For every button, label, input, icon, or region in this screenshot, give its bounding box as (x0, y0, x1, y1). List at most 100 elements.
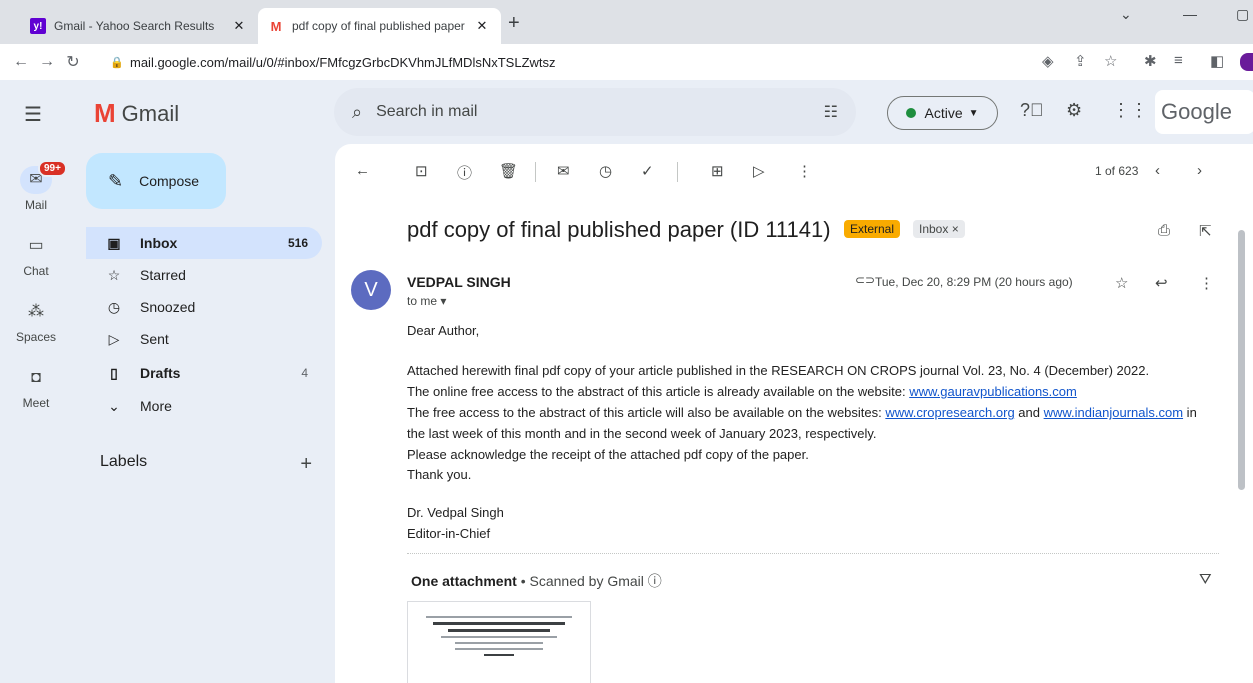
nav-label: More (140, 398, 172, 414)
thumb-line (447, 629, 551, 632)
close-tab-icon[interactable]: ✕ (230, 18, 248, 34)
main-menu-icon[interactable]: ☰ (24, 102, 42, 127)
draft-icon: ▯ (110, 364, 118, 381)
extension-icon[interactable]: ◈ (1042, 52, 1054, 70)
restore-icon[interactable]: ▢ (1236, 6, 1249, 23)
lock-icon: 🔒 (110, 57, 124, 69)
rail-item-mail[interactable]: ✉ 99+ Mail (0, 160, 72, 212)
newer-icon[interactable]: ‹ (1155, 162, 1160, 179)
gmail-logo[interactable]: M Gmail (94, 98, 179, 129)
reply-icon[interactable]: ↩ (1155, 274, 1168, 292)
search-input[interactable]: Search in mail (376, 103, 824, 121)
share-icon[interactable]: ⇪ (1074, 52, 1087, 70)
rail-item-spaces[interactable]: ⁂ Spaces (0, 298, 72, 344)
tab-search-icon[interactable]: ⌄ (1120, 6, 1132, 23)
settings-gear-icon[interactable]: ⚙ (1066, 100, 1082, 121)
rail-item-chat[interactable]: ▭ Chat (0, 232, 72, 278)
recipient-dropdown[interactable]: to me ▾ (407, 294, 446, 308)
message-date: Tue, Dec 20, 8:29 PM (20 hours ago) (875, 275, 1073, 289)
older-icon[interactable]: › (1197, 162, 1202, 179)
tab-title: pdf copy of final published paper (292, 19, 465, 33)
search-options-icon[interactable]: ☷ (824, 102, 838, 122)
indianjournals-link[interactable]: www.indianjournals.com (1044, 405, 1183, 420)
reload-icon[interactable]: ↻ (60, 52, 86, 72)
move-to-icon[interactable]: ⊞ (711, 162, 724, 180)
compose-button[interactable]: ✎ Compose (86, 153, 226, 209)
attachment-thumbnail[interactable] (407, 601, 591, 683)
open-new-window-icon[interactable]: ⇱ (1199, 222, 1212, 240)
search-icon[interactable]: ⌕ (352, 102, 362, 123)
address-bar[interactable]: 🔒 mail.google.com/mail/u/0/#inbox/FMfcgz… (110, 48, 1110, 76)
nav-item-starred[interactable]: ☆ Starred (86, 259, 322, 291)
url-text: mail.google.com/mail/u/0/#inbox/FMfcgzGr… (130, 54, 556, 70)
more-options-icon[interactable]: ⋮ (797, 162, 812, 180)
gmail-icon: M (270, 18, 282, 34)
thumb-line (455, 648, 543, 650)
rail-item-meet[interactable]: ◘ Meet (0, 364, 72, 410)
unread-badge: 99+ (38, 160, 67, 177)
browser-tab-gmail[interactable]: M pdf copy of final published paper ✕ (258, 8, 501, 44)
rail-label: Chat (23, 264, 49, 278)
back-icon[interactable]: ← (8, 53, 34, 71)
profile-avatar[interactable] (1240, 53, 1253, 71)
tab-title: Gmail - Yahoo Search Results (54, 19, 215, 33)
report-spam-icon[interactable]: ⓘ (457, 162, 472, 183)
status-dropdown[interactable]: Active ▼ (887, 96, 998, 130)
help-icon[interactable]: ?⃝ (1020, 100, 1044, 121)
cropresearch-link[interactable]: www.cropresearch.org (885, 405, 1014, 420)
snooze-icon[interactable]: ◷ (599, 162, 612, 180)
archive-icon[interactable]: ⊡ (415, 162, 428, 180)
attachment-title: One attachment (411, 573, 517, 589)
rail-label: Meet (22, 396, 50, 410)
add-label-icon[interactable]: + (300, 453, 312, 476)
sender-avatar[interactable]: V (351, 270, 391, 310)
close-tab-icon[interactable]: ✕ (473, 18, 491, 34)
minimize-icon[interactable]: — (1183, 6, 1197, 22)
new-tab-icon[interactable]: + (508, 12, 520, 35)
chevron-down-icon: ⌄ (108, 397, 120, 414)
add-to-drive-icon[interactable]: ⛛ (1199, 571, 1212, 588)
clock-icon: ◷ (107, 298, 121, 315)
thumb-line (440, 636, 558, 638)
sender-name[interactable]: VEDPAL SINGH (407, 274, 511, 290)
search-bar[interactable]: ⌕ Search in mail ☷ (334, 88, 856, 136)
back-to-inbox-icon[interactable]: ← (355, 162, 370, 179)
star-icon: ☆ (107, 266, 121, 283)
app-rail: ✉ 99+ Mail ▭ Chat ⁂ Spaces ◘ Meet (0, 144, 72, 683)
forward-icon[interactable]: → (34, 53, 60, 71)
mark-unread-icon[interactable]: ✉ (557, 162, 570, 180)
star-message-icon[interactable]: ☆ (1115, 274, 1128, 292)
inbox-label-chip[interactable]: Inbox × (913, 220, 965, 238)
toolbar-divider (535, 162, 536, 182)
extensions-puzzle-icon[interactable]: ✱ (1144, 52, 1157, 70)
side-panel-icon[interactable]: ◧ (1210, 52, 1224, 70)
nav-item-drafts[interactable]: ▯ Drafts 4 (86, 357, 322, 389)
email-line: the last week of this month and in the s… (407, 426, 877, 441)
send-icon: ▷ (108, 330, 120, 347)
nav-item-inbox[interactable]: ▣ Inbox 516 (86, 227, 322, 259)
nav-item-sent[interactable]: ▷ Sent (86, 323, 322, 355)
email-line: Attached herewith final pdf copy of your… (407, 363, 1150, 378)
label-icon[interactable]: ▷ (753, 162, 765, 180)
signature-title: Editor-in-Chief (407, 526, 491, 541)
bookmark-star-icon[interactable]: ☆ (1104, 52, 1117, 70)
gauravpublications-link[interactable]: www.gauravpublications.com (909, 384, 1077, 399)
add-task-icon[interactable]: ✓ (641, 162, 654, 180)
thumb-line (426, 616, 572, 618)
message-more-icon[interactable]: ⋮ (1199, 274, 1214, 292)
email-text: and (1014, 405, 1044, 420)
message-pane: ← ⊡ ⓘ 🗑 ✉ ◷ ✓ ⊞ ▷ ⋮ 1 of 623 ‹ › pdf cop… (335, 144, 1253, 683)
nav-label: Snoozed (140, 299, 196, 315)
reading-list-icon[interactable]: ≡ (1174, 52, 1183, 69)
google-account-button[interactable]: Google (1155, 90, 1253, 134)
gmail-logo-text: Gmail (121, 100, 180, 126)
browser-tab-yahoo[interactable]: y! Gmail - Yahoo Search Results ✕ (20, 8, 258, 44)
email-greeting: Dear Author, (407, 323, 480, 338)
scrollbar[interactable] (1238, 230, 1245, 490)
delete-icon[interactable]: 🗑 (499, 162, 518, 180)
nav-item-more[interactable]: ⌄ More (86, 390, 322, 422)
nav-item-snoozed[interactable]: ◷ Snoozed (86, 291, 322, 323)
chat-icon: ▭ (28, 237, 44, 254)
toolbar-divider (677, 162, 678, 182)
print-icon[interactable]: ⎙ (1158, 222, 1170, 239)
